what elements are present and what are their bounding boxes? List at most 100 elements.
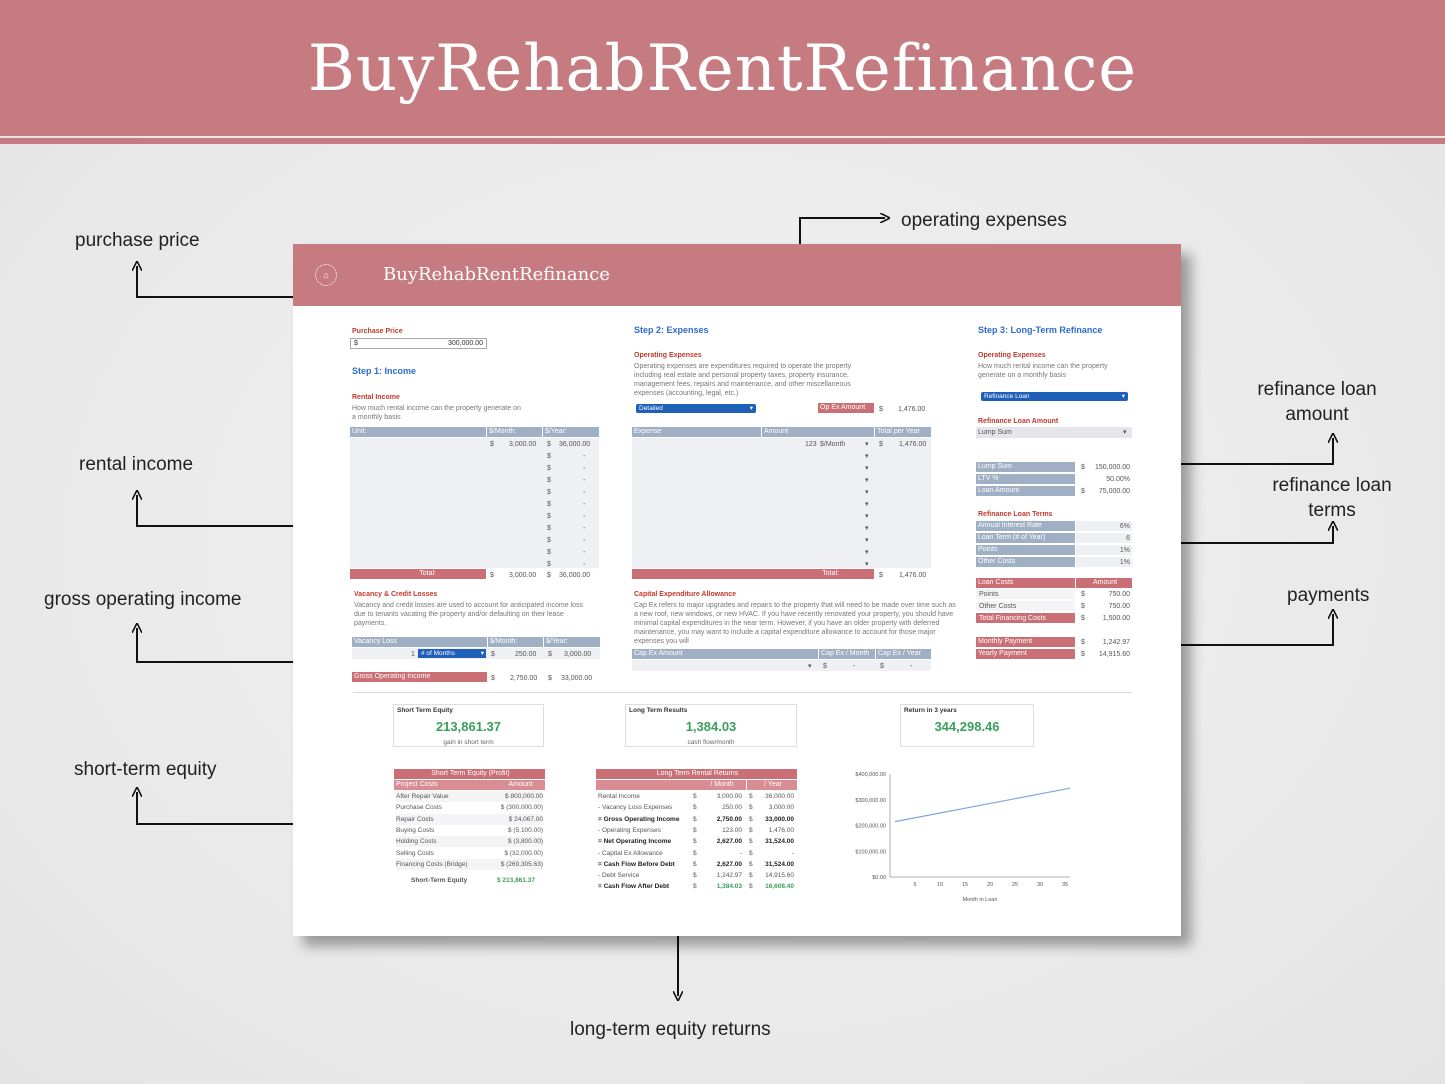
callout-short-term-equity: short-term equity <box>74 759 217 780</box>
expense-row-caret-icon[interactable]: ▾ <box>865 560 869 569</box>
purchase-price-currency: $ <box>354 340 358 347</box>
short-term-row-label: Repair Costs <box>396 813 494 825</box>
expense-row1-amount: 123 <box>805 441 817 448</box>
capex-row[interactable] <box>632 660 931 671</box>
capex-desc: Cap Ex refers to major upgrades and repa… <box>634 602 956 645</box>
capex-col-month: Cap Ex / Month <box>819 649 875 659</box>
expense-total-label: Total: <box>632 569 874 579</box>
refinance-amount-row-label: Loan Amount <box>976 486 1075 496</box>
card-value: 1,384.03 <box>685 719 737 734</box>
refinance-amount-row-value[interactable]: 50.00% <box>1088 475 1130 484</box>
vacancy-title: Vacancy & Credit Losses <box>354 591 438 598</box>
long-term-row-year: 1,476.00 <box>768 826 794 834</box>
expense-row-caret-icon[interactable]: ▾ <box>865 452 869 461</box>
rental-row-currency: $ <box>547 561 551 568</box>
dropdown-caret-icon: ▾ <box>1123 429 1127 436</box>
long-term-row-month: 3,000.00 <box>716 793 742 800</box>
callout-purchase-price: purchase price <box>75 230 200 251</box>
short-term-table-title: Short Term Equity (Profit) <box>394 769 545 779</box>
rental-row-empty: - <box>583 489 586 496</box>
short-term-row-label: Selling Costs <box>396 847 494 859</box>
y-tick-label: $300,000.00 <box>855 798 886 804</box>
expense-row-caret-icon[interactable]: ▾ <box>865 440 869 449</box>
refinance-amount-row-value[interactable]: 150,000.00 <box>1088 463 1130 472</box>
short-term-row-label: After Repair Value <box>396 791 494 802</box>
long-term-row-month: 250.00 <box>722 804 742 812</box>
loan-cost-label: Other Costs <box>979 603 1017 610</box>
card-sub: gain in short term <box>443 739 494 746</box>
step2-title: Step 2: Expenses <box>634 325 709 335</box>
expense-row-caret-icon[interactable]: ▾ <box>865 488 869 497</box>
long-term-row-month: - <box>739 849 742 857</box>
expense-row-caret-icon[interactable]: ▾ <box>865 464 869 473</box>
step3-opex-title: Operating Expenses <box>978 352 1046 359</box>
card-short-term-equity: Short Term Equity 213,861.37 gain in sho… <box>393 704 544 747</box>
refinance-amount-mode-dropdown[interactable]: Lump Sum ▾ <box>976 427 1132 438</box>
long-term-row-month: 1,242.97 <box>716 872 742 880</box>
long-term-row-label: - Operating Expenses <box>598 826 661 834</box>
rental-row-empty: - <box>583 513 586 520</box>
short-term-row-label: Holding Costs <box>396 836 494 848</box>
expense-row-caret-icon[interactable]: ▾ <box>865 536 869 545</box>
opex-mode-dropdown[interactable]: Detailed ▾ <box>636 404 756 413</box>
vacancy-col-year: $/Year: <box>544 637 600 647</box>
long-term-row-label: - Capital Ex Allowance <box>598 849 663 857</box>
rental-row-empty: - <box>583 549 586 556</box>
income-col-month: $/Month: <box>487 427 542 437</box>
payment-value: 14,915.60 <box>1098 651 1130 658</box>
callout-rental-income: rental income <box>79 454 194 475</box>
refinance-amount-title: Refinance Loan Amount <box>978 418 1059 425</box>
long-term-row-year: 31,524.00 <box>765 860 794 868</box>
long-term-row-month: 2,627.00 <box>716 838 742 846</box>
rental-row-currency: $ <box>547 489 551 496</box>
short-term-row-value: $ (300,000.00) <box>494 802 543 814</box>
refinance-type-value: Refinance Loan <box>984 393 1030 400</box>
purchase-price-input[interactable]: $ 300,000.00 <box>350 338 487 349</box>
expense-row-caret-icon[interactable]: ▾ <box>865 524 869 533</box>
purchase-price-label: Purchase Price <box>352 328 403 335</box>
card-long-term-results: Long Term Results 1,384.03 cash flow/mon… <box>625 704 797 747</box>
expense-row-caret-icon[interactable]: ▾ <box>865 500 869 509</box>
rental-row-empty: - <box>583 561 586 568</box>
long-term-col-month: / Month <box>696 780 746 790</box>
callout-gross-operating-income: gross operating income <box>44 589 242 610</box>
capex-col-amount: Cap Ex Amount <box>632 649 818 659</box>
rental-income-rows[interactable] <box>350 438 599 568</box>
opex-mode-value: Detailed <box>639 405 663 412</box>
capex-caret-icon[interactable]: ▾ <box>808 662 812 671</box>
expense-row-caret-icon[interactable]: ▾ <box>865 512 869 521</box>
expense-col-amount: Amount <box>762 427 874 437</box>
opex-desc: Operating expenses are expenditures requ… <box>634 363 852 397</box>
income-col-year: $/Year: <box>543 427 599 437</box>
loan-cost-currency: $ <box>1081 591 1085 598</box>
x-tick-label: 5 <box>913 882 916 888</box>
long-term-row-label: = Cash Flow After Debt <box>598 883 670 891</box>
vacancy-col-loss: Vacancy Loss <box>352 637 487 647</box>
loan-cost-value: 750.00 <box>1108 591 1130 598</box>
x-tick-label: 15 <box>962 882 968 888</box>
expense-rows[interactable] <box>632 438 931 568</box>
refinance-term-value: 6% <box>1119 523 1130 530</box>
refinance-amount-row-value[interactable]: 75,000.00 <box>1088 487 1130 496</box>
loan-cost-label: Points <box>979 591 999 598</box>
payment-currency: $ <box>1081 651 1085 658</box>
vacancy-year: 3,000.00 <box>564 651 592 658</box>
house-logo-icon: ⌂ <box>315 264 337 286</box>
expense-row-caret-icon[interactable]: ▾ <box>865 476 869 485</box>
long-term-row-currency: $ <box>693 804 697 812</box>
payment-label: Yearly Payment <box>976 649 1075 659</box>
refinance-term-label: Points <box>976 545 1075 555</box>
capex-month: - <box>853 663 856 670</box>
goi-year: 33,000.00 <box>561 675 593 682</box>
long-term-row-currency: $ <box>693 860 697 868</box>
expense-row-caret-icon[interactable]: ▾ <box>865 548 869 557</box>
refinance-term-value: 6 <box>1126 535 1130 542</box>
rental-row-currency: $ <box>547 537 551 544</box>
long-term-row-year: 33,000.00 <box>765 815 794 823</box>
rental-row-currency: $ <box>547 453 551 460</box>
short-term-row-label: Purchase Costs <box>396 802 494 814</box>
vacancy-unit-dropdown[interactable]: # of Months ▾ <box>418 649 486 658</box>
rental-row-empty: - <box>583 465 586 472</box>
refinance-type-dropdown[interactable]: Refinance Loan ▾ <box>981 392 1128 401</box>
card-sub: cash flow/month <box>687 739 735 746</box>
